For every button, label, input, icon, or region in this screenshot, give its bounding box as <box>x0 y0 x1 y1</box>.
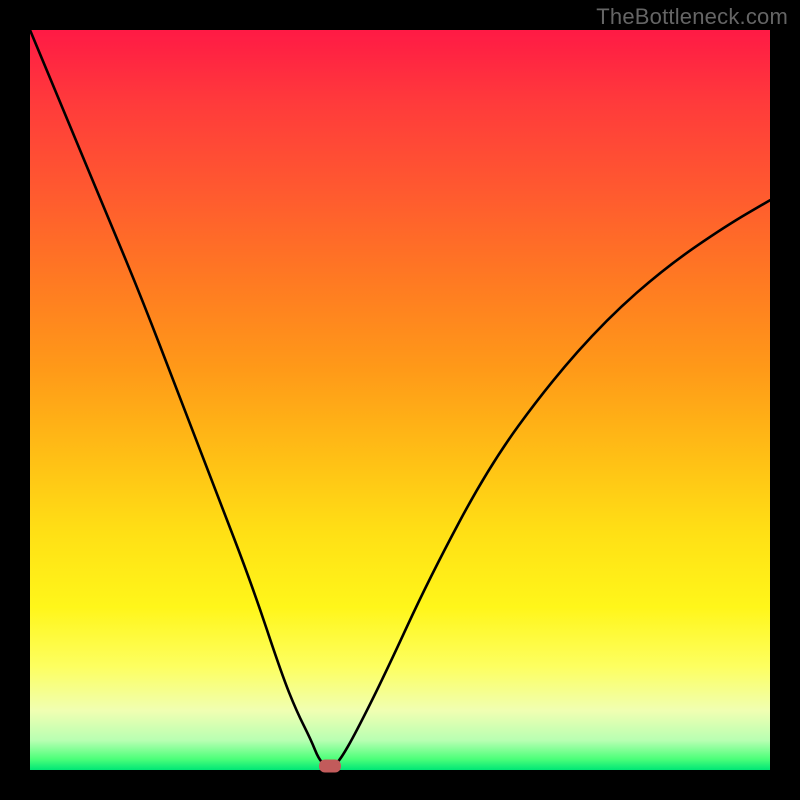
curve-svg <box>30 30 770 770</box>
optimum-marker <box>319 760 341 773</box>
plot-area <box>30 30 770 770</box>
bottleneck-curve <box>30 30 770 766</box>
watermark-text: TheBottleneck.com <box>596 4 788 30</box>
chart-frame: TheBottleneck.com <box>0 0 800 800</box>
